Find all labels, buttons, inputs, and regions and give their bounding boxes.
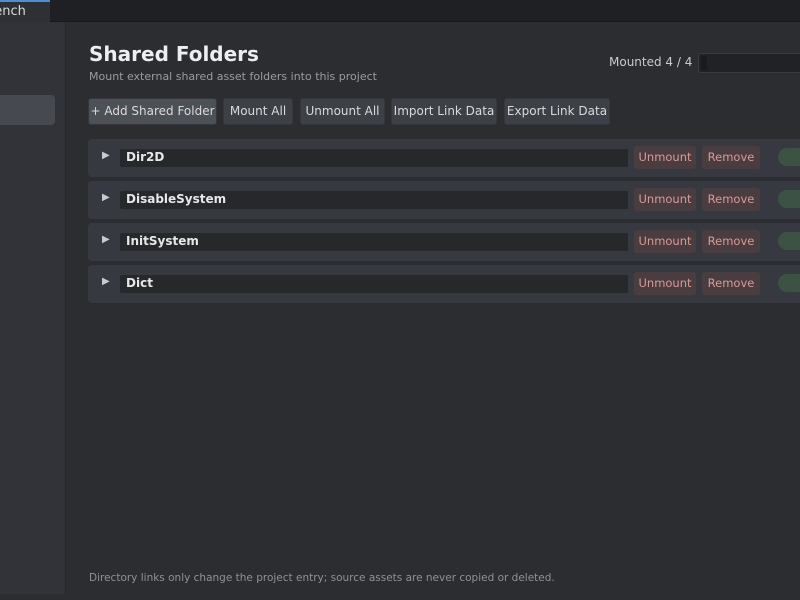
unmount-button[interactable]: Unmount <box>634 146 696 169</box>
remove-button[interactable]: Remove <box>702 230 760 253</box>
import-link-data-button[interactable]: Import Link Data <box>391 98 497 125</box>
mounted-toggle[interactable] <box>778 274 800 292</box>
folder-row: ▶ InitSystem Unmount Remove <box>88 223 800 261</box>
expand-caret-icon[interactable]: ▶ <box>102 192 110 203</box>
mounted-toggle[interactable] <box>778 232 800 250</box>
footer-note: Directory links only change the project … <box>89 572 555 584</box>
folder-name: InitSystem <box>126 234 199 248</box>
tab-label: bench <box>0 4 26 19</box>
folder-name-field[interactable]: DisableSystem <box>120 191 628 209</box>
unmount-button[interactable]: Unmount <box>634 188 696 211</box>
page-title: Shared Folders <box>89 42 259 66</box>
mounted-toggle[interactable] <box>778 190 800 208</box>
expand-caret-icon[interactable]: ▶ <box>102 276 110 287</box>
unmount-button[interactable]: Unmount <box>634 230 696 253</box>
unmount-button[interactable]: Unmount <box>634 272 696 295</box>
folder-name-field[interactable]: Dict <box>120 275 628 293</box>
mount-all-button[interactable]: Mount All <box>223 98 293 125</box>
remove-button[interactable]: Remove <box>702 272 760 295</box>
folder-name-field[interactable]: Dir2D <box>120 149 628 167</box>
main-panel: Shared Folders Mount external shared ass… <box>66 22 800 600</box>
folder-name: Dir2D <box>126 150 165 164</box>
page-subtitle: Mount external shared asset folders into… <box>89 70 377 83</box>
remove-button[interactable]: Remove <box>702 146 760 169</box>
mounted-toggle[interactable] <box>778 148 800 166</box>
sidebar <box>0 22 66 600</box>
app-window: bench Shared Folders Mount external shar… <box>0 0 800 600</box>
remove-button[interactable]: Remove <box>702 188 760 211</box>
expand-caret-icon[interactable]: ▶ <box>102 234 110 245</box>
folder-name: DisableSystem <box>126 192 227 206</box>
mount-progress-field <box>698 53 800 73</box>
folder-name: Dict <box>126 276 153 290</box>
sidebar-item-shared-folders[interactable] <box>0 95 55 125</box>
tab-workbench[interactable]: bench <box>0 0 50 22</box>
unmount-all-button[interactable]: Unmount All <box>300 98 385 125</box>
folder-row: ▶ Dir2D Unmount Remove <box>88 139 800 177</box>
mounted-count: Mounted 4 / 4 <box>609 55 693 69</box>
export-link-data-button[interactable]: Export Link Data <box>504 98 610 125</box>
folder-name-field[interactable]: InitSystem <box>120 233 628 251</box>
tab-strip: bench <box>0 0 800 22</box>
folder-row: ▶ Dict Unmount Remove <box>88 265 800 303</box>
expand-caret-icon[interactable]: ▶ <box>102 150 110 161</box>
add-shared-folder-button[interactable]: + Add Shared Folder <box>88 98 217 125</box>
status-strip <box>0 594 800 600</box>
folder-row: ▶ DisableSystem Unmount Remove <box>88 181 800 219</box>
mount-progress-fill <box>701 56 707 70</box>
